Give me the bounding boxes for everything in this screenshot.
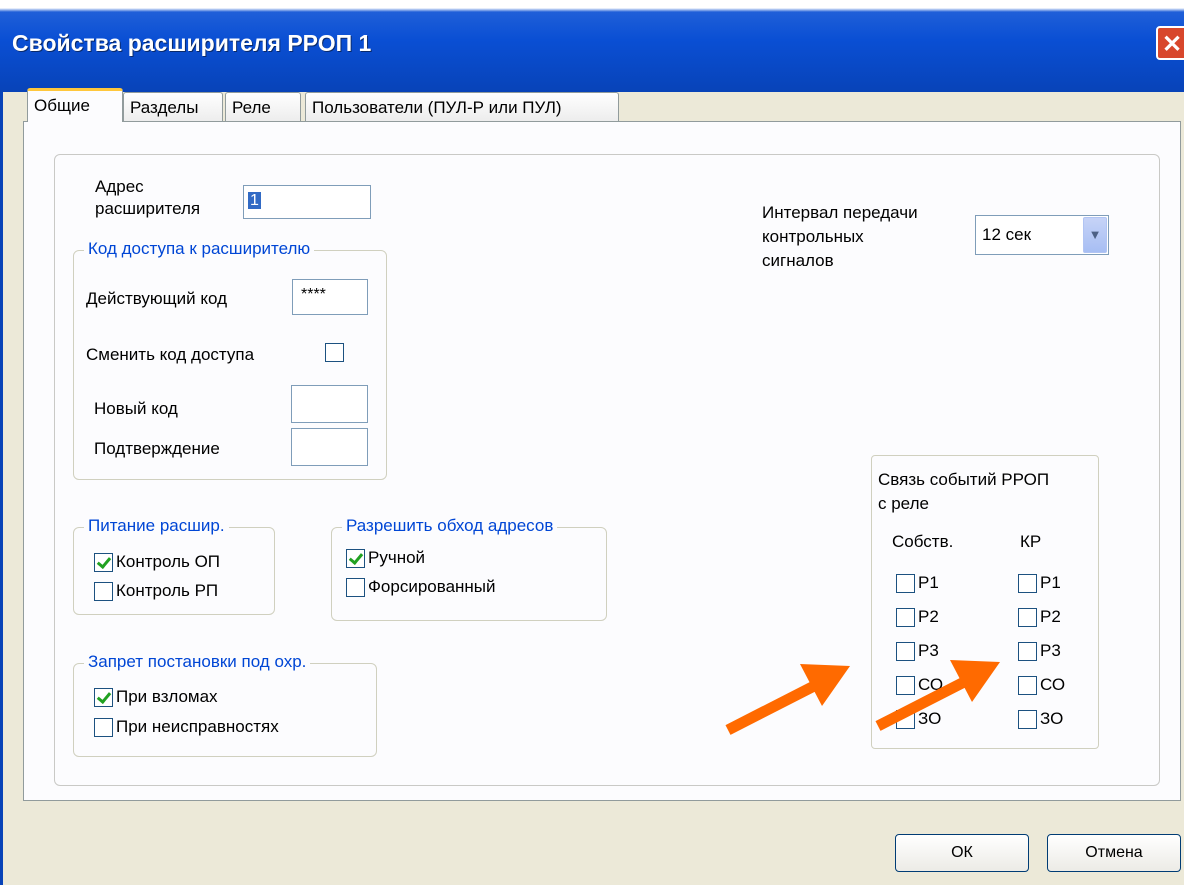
own-column-header: Собств. (892, 532, 954, 551)
control-op-label: Контроль ОП (116, 552, 221, 571)
change-code-label: Сменить код доступа (86, 345, 255, 364)
tab-relays[interactable]: Реле (225, 92, 301, 122)
kr-r1-checkbox[interactable] (1018, 574, 1037, 593)
kr-r2-label: Р2 (1040, 607, 1061, 626)
arming-ban-group: Запрет постановки под охр. При взломах П… (73, 652, 377, 757)
on-break-in-checkbox[interactable] (94, 688, 113, 707)
kr-r1-label: Р1 (1040, 573, 1061, 592)
power-group: Питание расшир. Контроль ОП Контроль РП (73, 516, 275, 615)
bypass-group: Разрешить обход адресов Ручной Форсирова… (331, 516, 607, 621)
manual-bypass-label: Ручной (368, 548, 426, 567)
access-code-title: Код доступа к расширителю (84, 239, 315, 259)
annotation-arrow-left (725, 664, 850, 735)
kr-r3-checkbox[interactable] (1018, 642, 1037, 661)
new-code-input[interactable] (291, 385, 368, 423)
on-break-in-label: При взломах (116, 687, 218, 706)
change-code-checkbox[interactable] (325, 343, 344, 362)
dialog-body: Общие Разделы Реле Пользователи (ПУЛ-Р и… (0, 88, 1184, 885)
interval-label-line1: Интервал передачи (762, 203, 918, 222)
current-code-input[interactable]: **** (292, 279, 368, 315)
interval-select[interactable]: 12 сек ▼ (975, 215, 1109, 255)
tab-general[interactable]: Общие (27, 88, 123, 122)
interval-label-line2: контрольных (762, 227, 864, 246)
kr-co-checkbox[interactable] (1018, 676, 1037, 695)
window-title: Свойства расширителя РРОП 1 (12, 30, 372, 56)
control-rp-label: Контроль РП (116, 581, 219, 600)
address-input[interactable]: 1 (243, 185, 371, 219)
own-r2-label: Р2 (918, 607, 939, 626)
interval-label-line3: сигналов (762, 251, 834, 270)
title-bar: Свойства расширителя РРОП 1 ✕ (0, 0, 1184, 92)
cancel-button[interactable]: Отмена (1047, 834, 1181, 872)
tab-sections[interactable]: Разделы (123, 92, 223, 122)
current-code-label: Действующий код (86, 289, 227, 308)
power-title: Питание расшир. (84, 516, 229, 536)
arming-ban-title: Запрет постановки под охр. (84, 652, 311, 672)
access-code-group: Код доступа к расширителю Действующий ко… (73, 239, 387, 480)
own-r2-checkbox[interactable] (896, 608, 915, 627)
chevron-down-icon[interactable]: ▼ (1083, 217, 1107, 253)
kr-zo-checkbox[interactable] (1018, 710, 1037, 729)
control-op-checkbox[interactable] (94, 553, 113, 572)
tab-users[interactable]: Пользователи (ПУЛ-Р или ПУЛ) (305, 92, 619, 122)
current-code-value: **** (301, 286, 326, 303)
close-button[interactable]: ✕ (1156, 26, 1184, 60)
kr-co-label: СО (1040, 675, 1066, 694)
address-label-line2: расширителя (95, 199, 201, 218)
kr-column-header: КР (1020, 532, 1042, 551)
own-r1-label: Р1 (918, 573, 939, 592)
manual-bypass-checkbox[interactable] (346, 549, 365, 568)
close-icon: ✕ (1161, 31, 1183, 58)
interval-value: 12 сек (982, 225, 1032, 244)
confirm-code-input[interactable] (291, 428, 368, 466)
annotation-arrow-right (875, 660, 1000, 731)
on-fault-checkbox[interactable] (94, 718, 113, 737)
confirm-code-label: Подтверждение (94, 439, 220, 458)
own-r1-checkbox[interactable] (896, 574, 915, 593)
new-code-label: Новый код (94, 399, 178, 418)
on-fault-label: При неисправностях (116, 717, 279, 736)
ok-button[interactable]: ОК (895, 834, 1029, 872)
kr-r2-checkbox[interactable] (1018, 608, 1037, 627)
forced-bypass-label: Форсированный (368, 577, 496, 596)
bypass-title: Разрешить обход адресов (342, 516, 558, 536)
address-value: 1 (248, 192, 261, 209)
address-label-line1: Адрес (95, 177, 144, 196)
forced-bypass-checkbox[interactable] (346, 578, 365, 597)
relay-link-title-line1: Связь событий РРОП (878, 470, 1050, 489)
kr-r3-label: Р3 (1040, 641, 1061, 660)
control-rp-checkbox[interactable] (94, 582, 113, 601)
kr-zo-label: ЗО (1040, 709, 1064, 728)
relay-link-title-line2: с реле (878, 494, 929, 513)
